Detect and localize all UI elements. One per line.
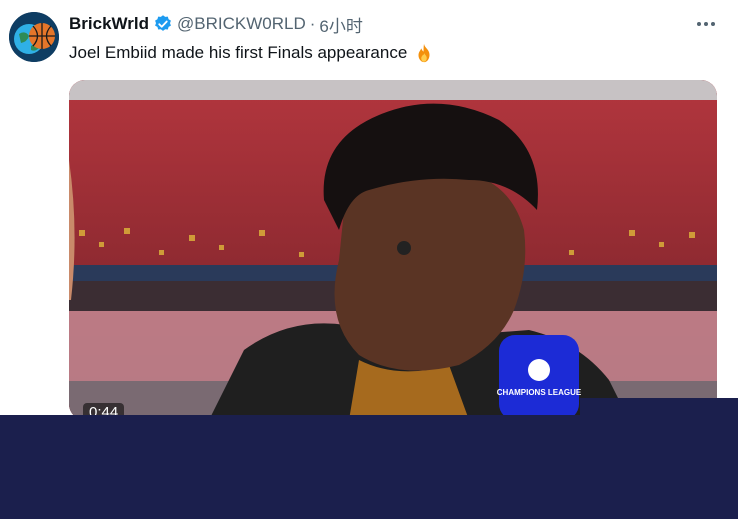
- author-handle[interactable]: @BRICKW0RLD: [177, 14, 306, 34]
- avatar[interactable]: [9, 12, 59, 62]
- tweet-card[interactable]: BrickWrld @BRICKW0RLD · 6小时 Joel Embiid …: [0, 0, 738, 519]
- basketball-globe-avatar-icon: [9, 12, 59, 62]
- verified-badge-icon[interactable]: [153, 14, 173, 34]
- video-frame: CHAMPIONS LEAGUE: [69, 80, 717, 420]
- tweet-text-content: Joel Embiid made his first Finals appear…: [69, 43, 408, 62]
- overlay-panel: [0, 415, 738, 519]
- video-player[interactable]: CHAMPIONS LEAGUE 0:44: [69, 80, 717, 420]
- author-name[interactable]: BrickWrld: [69, 14, 149, 34]
- tweet-timestamp[interactable]: 6小时: [319, 12, 362, 37]
- tweet-text: Joel Embiid made his first Finals appear…: [69, 42, 435, 64]
- separator-dot: ·: [309, 14, 316, 33]
- fire-icon: [418, 43, 430, 63]
- tweet-header: BrickWrld @BRICKW0RLD · 6小时: [69, 12, 363, 37]
- more-options-button[interactable]: [690, 12, 722, 36]
- more-dots-icon: [697, 22, 715, 26]
- mic-badge-label: CHAMPIONS LEAGUE: [497, 388, 582, 397]
